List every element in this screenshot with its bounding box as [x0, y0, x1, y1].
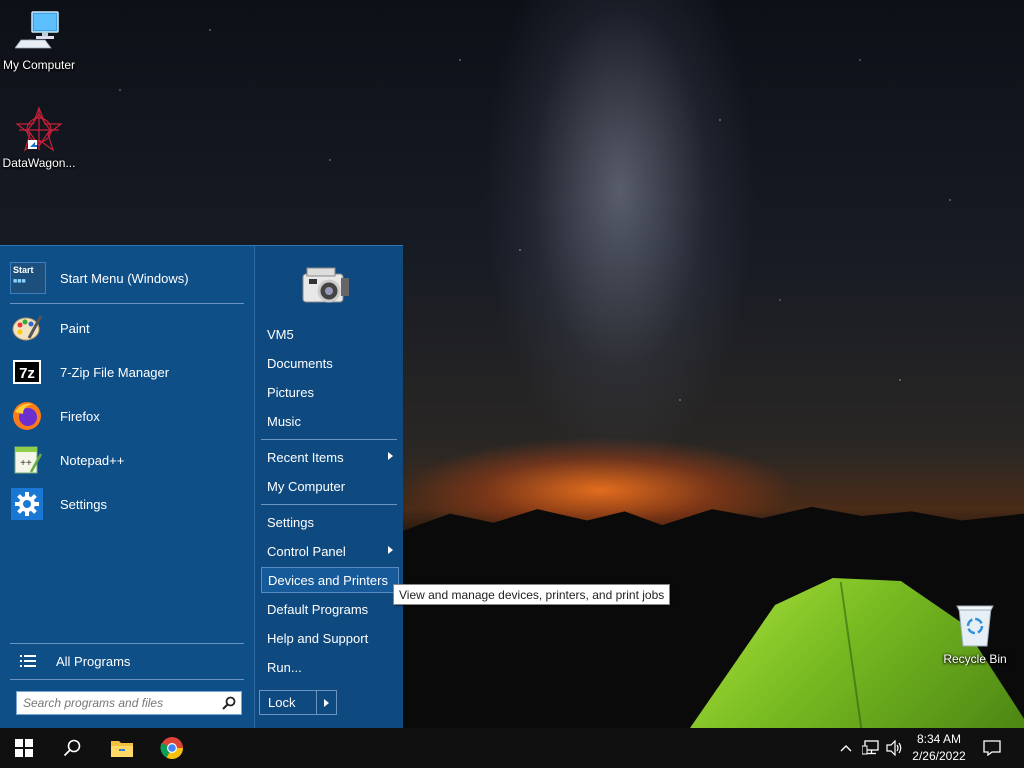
search-icon — [63, 739, 81, 757]
list-icon — [20, 655, 36, 667]
start-menu-left-column: Start ■■■ Start Menu (Windows) Paint 7z … — [0, 246, 254, 729]
chevron-up-icon — [840, 745, 852, 752]
svg-text:++: ++ — [20, 458, 32, 469]
search-separator — [10, 679, 244, 680]
search-input[interactable] — [17, 696, 217, 710]
right-item-label: Run... — [267, 659, 302, 675]
right-item-label: Default Programs — [267, 601, 369, 617]
desktop-icon-my-computer[interactable]: My Computer — [0, 8, 78, 72]
submenu-arrow-icon — [388, 452, 393, 460]
network-tray-button[interactable] — [860, 728, 882, 768]
right-item-vm5[interactable]: VM5 — [261, 321, 399, 347]
right-item-pictures[interactable]: Pictures — [261, 379, 399, 405]
right-item-settings[interactable]: Settings — [261, 509, 399, 535]
right-item-music[interactable]: Music — [261, 408, 399, 434]
lock-label: Lock — [268, 695, 296, 710]
start-menu: Start ■■■ Start Menu (Windows) Paint 7z … — [0, 245, 403, 729]
show-hidden-icons-button[interactable] — [836, 728, 856, 768]
taskbar-search-button[interactable] — [48, 728, 96, 768]
right-item-run[interactable]: Run... — [261, 654, 399, 680]
right-item-control-panel[interactable]: Control Panel — [261, 538, 399, 564]
right-item-label: Devices and Printers — [268, 572, 388, 588]
taskbar: 8:34 AM 2/26/2022 — [0, 728, 1024, 768]
right-item-devices-and-printers[interactable]: Devices and Printers — [261, 567, 399, 593]
start-menu-logo-icon: Start ■■■ — [10, 262, 46, 294]
app-item-settings[interactable]: Settings — [10, 484, 244, 524]
right-item-my-computer[interactable]: My Computer — [261, 473, 399, 499]
paint-icon — [10, 311, 44, 345]
desktop-icon-label: Recycle Bin — [943, 652, 1007, 666]
right-column-separator — [261, 439, 397, 440]
recycle-bin-icon — [951, 602, 999, 650]
start-button[interactable] — [0, 728, 48, 768]
app-item-label: Firefox — [60, 408, 100, 424]
app-item-notepadpp[interactable]: ++ Notepad++ — [10, 440, 244, 480]
volume-icon — [886, 740, 902, 756]
start-menu-header-title: Start Menu (Windows) — [60, 270, 189, 286]
right-item-label: Pictures — [267, 384, 314, 400]
all-programs-button[interactable]: All Programs — [10, 649, 244, 673]
user-picture-camera-icon[interactable] — [299, 264, 355, 314]
right-item-default-programs[interactable]: Default Programs — [261, 596, 399, 622]
right-item-help-and-support[interactable]: Help and Support — [261, 625, 399, 651]
all-programs-separator — [10, 643, 244, 644]
app-item-7zip[interactable]: 7z 7-Zip File Manager — [10, 352, 244, 392]
desktop-icon-recycle-bin[interactable]: Recycle Bin — [936, 602, 1014, 666]
right-item-label: Music — [267, 413, 301, 429]
app-item-label: Settings — [60, 496, 107, 512]
start-menu-header-separator — [10, 303, 244, 304]
start-menu-header[interactable]: Start ■■■ Start Menu (Windows) — [10, 258, 244, 298]
right-item-label: Help and Support — [267, 630, 369, 646]
search-icon[interactable] — [217, 692, 241, 714]
notification-icon — [983, 740, 1001, 756]
right-item-documents[interactable]: Documents — [261, 350, 399, 376]
action-center-button[interactable] — [978, 728, 1006, 768]
submenu-arrow-icon — [388, 546, 393, 554]
clock-date: 2/26/2022 — [912, 749, 966, 763]
settings-gear-icon — [10, 487, 44, 521]
file-explorer-button[interactable] — [98, 728, 146, 768]
right-item-label: VM5 — [267, 326, 294, 342]
notepadpp-icon: ++ — [10, 443, 44, 477]
right-item-label: My Computer — [267, 478, 346, 494]
file-explorer-icon — [111, 741, 133, 757]
right-item-label: Documents — [267, 355, 333, 371]
svg-text:7z: 7z — [19, 365, 35, 382]
7zip-icon: 7z — [10, 355, 44, 389]
firefox-icon — [10, 399, 44, 433]
all-programs-label: All Programs — [56, 653, 131, 669]
app-item-paint[interactable]: Paint — [10, 308, 244, 348]
app-item-label: 7-Zip File Manager — [60, 364, 170, 380]
tooltip: View and manage devices, printers, and p… — [393, 584, 671, 605]
my-computer-icon — [14, 8, 63, 56]
app-item-label: Notepad++ — [60, 452, 125, 468]
lock-options-button[interactable] — [316, 691, 336, 714]
app-item-firefox[interactable]: Firefox — [10, 396, 244, 436]
start-menu-right-column: VM5 Documents Pictures Music Recent Item… — [254, 246, 403, 729]
windows-start-icon — [15, 739, 33, 757]
volume-tray-button[interactable] — [884, 728, 906, 768]
clock-time: 8:34 AM — [916, 732, 962, 746]
right-item-label: Control Panel — [267, 543, 346, 559]
chrome-button[interactable] — [148, 728, 196, 768]
desktop-icon-datawagon[interactable]: DataWagon... — [0, 106, 78, 170]
app-item-label: Paint — [60, 320, 90, 336]
right-item-label: Settings — [267, 514, 314, 530]
chevron-right-icon — [324, 698, 329, 707]
lock-button[interactable]: Lock — [259, 690, 337, 715]
desktop-icon-label: My Computer — [2, 58, 76, 72]
datawagon-icon — [15, 106, 63, 154]
desktop-icon-label: DataWagon... — [2, 156, 76, 170]
taskbar-clock[interactable]: 8:34 AM 2/26/2022 — [908, 731, 970, 765]
search-box[interactable] — [16, 691, 242, 715]
chrome-icon — [160, 737, 183, 759]
network-icon — [862, 740, 879, 755]
right-column-separator — [261, 504, 397, 505]
right-item-recent-items[interactable]: Recent Items — [261, 444, 399, 470]
right-item-label: Recent Items — [267, 449, 344, 465]
